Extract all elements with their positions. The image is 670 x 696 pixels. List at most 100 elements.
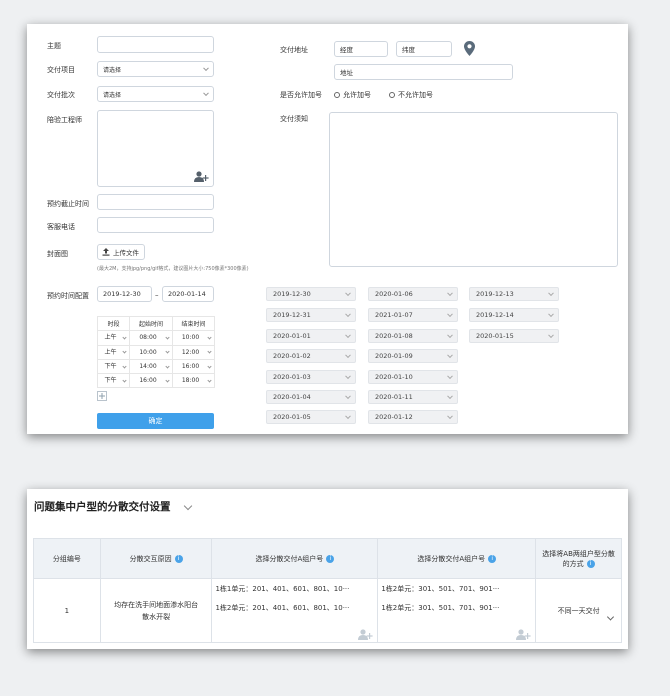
batch-select-value: 请选择 <box>103 91 122 99</box>
period-select[interactable]: 下午 <box>97 373 130 389</box>
group-b-cell[interactable]: 1栋2单元：301、501、701、901··· 1栋2单元：301、501、7… <box>377 578 537 643</box>
subject-label: 主题 <box>47 42 61 50</box>
date-text: 2020-01-01 <box>273 332 311 340</box>
end-time-select[interactable]: 12:00 <box>172 344 215 360</box>
date-text: 2020-01-11 <box>375 393 413 401</box>
end-time-select[interactable]: 10:00 <box>172 330 215 346</box>
info-icon[interactable]: i <box>174 554 183 563</box>
header-text: 分散交互原因 <box>129 554 172 563</box>
start-time-select[interactable]: 16:00 <box>129 373 173 389</box>
add-user-icon[interactable] <box>358 628 373 640</box>
group-id-cell: 1 <box>33 578 101 643</box>
date-chip[interactable]: 2019-12-13 <box>469 287 559 301</box>
start-time-select[interactable]: 14:00 <box>129 358 173 375</box>
end-time-value: 16:00 <box>181 362 200 370</box>
longitude-input[interactable]: 经度 <box>334 41 388 57</box>
chevron-down-icon <box>447 332 453 339</box>
date-chip[interactable]: 2020-01-03 <box>266 370 356 384</box>
upload-button[interactable]: 上传文件 <box>97 244 145 260</box>
date-text: 2020-01-08 <box>375 332 413 340</box>
chevron-down-icon <box>122 378 127 383</box>
range-end-input[interactable]: 2020-01-14 <box>162 286 214 302</box>
date-text: 2019-12-14 <box>476 311 514 319</box>
latitude-input[interactable]: 纬度 <box>396 41 452 57</box>
start-time-select[interactable]: 10:00 <box>129 344 173 360</box>
section-title[interactable]: 问题集中户型的分散交付设置 <box>34 499 192 514</box>
range-start-input[interactable]: 2019-12-30 <box>97 286 152 302</box>
reason-cell: 均存在洗手间地面渗水阳台散水开裂 <box>99 578 213 643</box>
date-text: 2019-12-31 <box>273 311 311 319</box>
chevron-down-icon[interactable] <box>183 501 192 511</box>
date-chip[interactable]: 2019-12-31 <box>266 308 356 322</box>
start-time-value: 08:00 <box>139 334 157 342</box>
date-chip[interactable]: 2020-01-08 <box>368 329 458 343</box>
date-chip[interactable]: 2020-01-09 <box>368 349 458 363</box>
info-icon[interactable]: i <box>326 554 335 563</box>
date-chip[interactable]: 2020-01-01 <box>266 329 356 343</box>
info-icon[interactable]: i <box>586 559 595 568</box>
chevron-down-icon <box>345 352 351 359</box>
batch-select[interactable]: 请选择 <box>97 86 214 102</box>
end-time-value: 10:00 <box>181 334 200 342</box>
cover-label: 封面图 <box>47 250 68 258</box>
range-separator: – <box>155 291 159 299</box>
date-chip[interactable]: 2021-01-07 <box>368 308 458 322</box>
upload-hint: (最大2M，支持jpg/png/gif格式，建议图片大小:750像素*300像素… <box>97 266 249 272</box>
period-select[interactable]: 上午 <box>97 330 130 346</box>
start-time-select[interactable]: 08:00 <box>129 330 173 346</box>
dispersed-delivery-card: 问题集中户型的分散交付设置 分组编号 分散交互原因 i 选择分散交付A组户号 i 选… <box>27 489 628 649</box>
header-text: 选择分散交付A组户号 <box>255 554 324 563</box>
start-time-value: 14:00 <box>139 362 157 370</box>
date-chip[interactable]: 2019-12-14 <box>469 308 559 322</box>
date-chip[interactable]: 2020-01-11 <box>368 390 458 404</box>
chevron-down-icon <box>122 335 127 340</box>
address-input[interactable]: 地址 <box>334 64 513 80</box>
chevron-down-icon <box>122 363 127 369</box>
date-chip[interactable]: 2020-01-04 <box>266 390 356 404</box>
chevron-down-icon <box>203 90 209 97</box>
table-header-row: 时段 起始时间 结束时间 <box>97 315 215 332</box>
chevron-down-icon <box>548 332 554 339</box>
end-time-select[interactable]: 16:00 <box>172 358 215 375</box>
column-header-group-b: 选择分散交付A组户号 i <box>377 538 537 579</box>
info-icon[interactable]: i <box>488 554 497 563</box>
phone-input[interactable] <box>97 217 214 233</box>
method-select[interactable]: 不同一天交付 <box>535 578 622 643</box>
chevron-down-icon <box>447 311 453 318</box>
add-user-icon[interactable] <box>516 628 531 640</box>
notice-textarea[interactable] <box>329 112 618 267</box>
confirm-button[interactable]: 确定 <box>97 413 214 429</box>
chevron-down-icon <box>165 349 170 354</box>
end-time-select[interactable]: 18:00 <box>172 373 215 389</box>
date-text: 2019-12-30 <box>273 290 311 298</box>
chevron-down-icon <box>606 612 615 621</box>
chevron-down-icon <box>345 290 351 297</box>
engineer-picker[interactable] <box>97 110 214 187</box>
group-a-cell[interactable]: 1栋1单元：201、401、601、801、10··· 1栋2单元：201、40… <box>211 578 379 643</box>
deadline-input[interactable] <box>97 194 214 210</box>
subject-input[interactable] <box>97 36 214 53</box>
date-chip[interactable]: 2019-12-30 <box>266 287 356 301</box>
date-chip[interactable]: 2020-01-15 <box>469 329 559 343</box>
chevron-down-icon <box>165 335 170 340</box>
period-select[interactable]: 上午 <box>97 344 130 360</box>
add-row-icon[interactable] <box>97 391 107 401</box>
radio-icon <box>334 92 340 98</box>
project-select[interactable]: 请选择 <box>97 61 214 77</box>
period-select[interactable]: 下午 <box>97 358 130 375</box>
date-chip[interactable]: 2020-01-05 <box>266 410 356 424</box>
allow-extra-radio[interactable]: 允许加号 <box>334 90 371 100</box>
date-chip[interactable]: 2020-01-12 <box>368 410 458 424</box>
column-header-group-a: 选择分散交付A组户号 i <box>211 538 379 579</box>
header-text: 选择分散交付A组户号 <box>417 554 486 563</box>
address-label: 交付地址 <box>280 46 308 54</box>
date-chip[interactable]: 2020-01-02 <box>266 349 356 363</box>
disallow-extra-radio[interactable]: 不允许加号 <box>389 90 433 100</box>
unit-list-item: 1栋2单元：301、501、701、901··· <box>381 603 500 612</box>
end-time-value: 18:00 <box>181 377 200 385</box>
add-user-icon[interactable] <box>194 171 209 182</box>
time-config-label: 预约时间配置 <box>47 292 89 300</box>
date-chip[interactable]: 2020-01-06 <box>368 287 458 301</box>
date-chip[interactable]: 2020-01-10 <box>368 370 458 384</box>
map-pin-icon[interactable] <box>464 41 475 56</box>
